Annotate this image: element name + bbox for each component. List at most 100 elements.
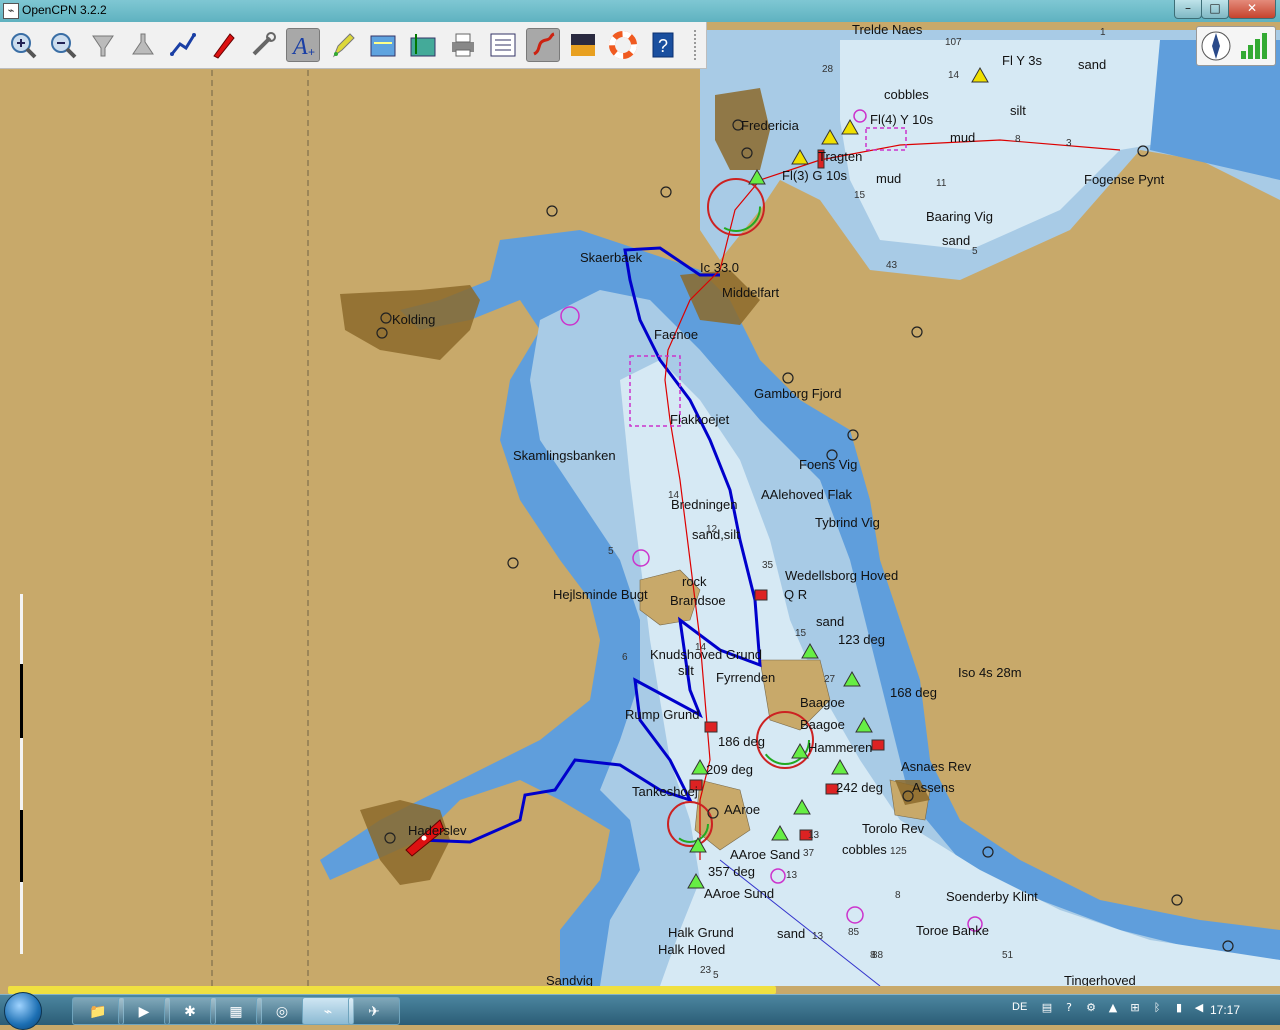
svg-text:Soenderby Klint: Soenderby Klint: [946, 889, 1038, 904]
text-a-icon: A +: [291, 34, 315, 60]
route-manager-button[interactable]: [486, 28, 520, 62]
svg-text:Toroe Banke: Toroe Banke: [916, 923, 989, 938]
svg-text:Tragten: Tragten: [818, 149, 862, 164]
taskbar-network[interactable]: ✱: [164, 997, 216, 1025]
language-indicator[interactable]: DE: [1012, 1001, 1027, 1013]
clock[interactable]: 17:17: [1210, 1003, 1240, 1017]
mark-button[interactable]: [326, 28, 360, 62]
svg-text:Faenoe: Faenoe: [654, 327, 698, 342]
bluetooth-icon[interactable]: ᛒ: [1150, 1001, 1164, 1015]
svg-text:242 deg: 242 deg: [836, 780, 883, 795]
route-icon: [170, 33, 196, 56]
svg-text:35: 35: [762, 560, 774, 571]
windows-flag-icon[interactable]: ⊞: [1128, 1001, 1142, 1015]
text-toggle-button[interactable]: A +: [286, 28, 320, 62]
svg-text:Trelde Naes: Trelde Naes: [852, 22, 923, 37]
settings-button[interactable]: [246, 28, 280, 62]
svg-text:12: 12: [706, 524, 718, 535]
svg-text:Fredericia: Fredericia: [741, 118, 800, 133]
tide-icon: [370, 35, 396, 57]
svg-text:Fyrrenden: Fyrrenden: [716, 670, 775, 685]
volume-icon[interactable]: ◀: [1192, 1001, 1206, 1015]
show-hidden-icon[interactable]: ▲: [1106, 1001, 1120, 1015]
taskbar-explorer[interactable]: 📁: [72, 997, 124, 1025]
svg-text:Rump Grund: Rump Grund: [625, 707, 699, 722]
keyboard-icon[interactable]: ▤: [1040, 1001, 1054, 1015]
taskbar-media-player[interactable]: ▶: [118, 997, 170, 1025]
svg-text:sand: sand: [1078, 57, 1106, 72]
svg-text:+: +: [308, 45, 315, 59]
zoom-in-icon: [11, 33, 37, 59]
funnel-down-icon: [92, 35, 114, 57]
toolbar-grip[interactable]: [694, 30, 700, 60]
pen-icon: [332, 33, 355, 58]
svg-text:28: 28: [822, 64, 834, 75]
close-button[interactable]: ✕: [1228, 0, 1276, 19]
svg-text:Halk Hoved: Halk Hoved: [658, 942, 725, 957]
svg-text:Fl(3) G 10s: Fl(3) G 10s: [782, 168, 848, 183]
taskbar-calculator[interactable]: ▦: [210, 997, 262, 1025]
svg-text:Ic 33.0: Ic 33.0: [700, 260, 739, 275]
route-button[interactable]: [166, 28, 200, 62]
svg-text:1: 1: [1100, 27, 1106, 38]
svg-text:13: 13: [786, 870, 798, 881]
svg-text:Hejlsminde Bugt: Hejlsminde Bugt: [553, 587, 648, 602]
compass-gps-status[interactable]: [1196, 26, 1276, 66]
taskbar-opencpn[interactable]: ⌁: [302, 997, 354, 1025]
zoom-out-button[interactable]: [46, 28, 80, 62]
zoom-in-button[interactable]: [6, 28, 40, 62]
ship-icon: [213, 33, 235, 59]
tides-button[interactable]: [366, 28, 400, 62]
svg-text:Foens Vig: Foens Vig: [799, 457, 857, 472]
auto-follow-button[interactable]: [206, 28, 240, 62]
mob-button[interactable]: [606, 28, 640, 62]
svg-text:168 deg: 168 deg: [890, 685, 937, 700]
currents-button[interactable]: [406, 28, 440, 62]
svg-text:8: 8: [1015, 134, 1021, 145]
svg-text:sand: sand: [816, 614, 844, 629]
svg-text:Asnaes Rev: Asnaes Rev: [901, 759, 972, 774]
scale-out-button[interactable]: [126, 28, 160, 62]
svg-text:Halk Grund: Halk Grund: [668, 925, 734, 940]
taskbar-chrome[interactable]: ◎: [256, 997, 308, 1025]
svg-text:silt: silt: [1010, 103, 1026, 118]
current-icon: [410, 34, 436, 57]
svg-text:14: 14: [695, 642, 707, 653]
svg-text:Bredningen: Bredningen: [671, 497, 738, 512]
compass-icon: [1201, 31, 1267, 61]
svg-text:Tingerhoved: Tingerhoved: [1064, 973, 1136, 986]
svg-text:85: 85: [848, 927, 860, 938]
svg-text:Sandvig: Sandvig: [546, 973, 593, 986]
svg-text:27: 27: [824, 674, 836, 685]
scale-in-button[interactable]: [86, 28, 120, 62]
window-title: OpenCPN 3.2.2: [22, 3, 107, 17]
taskbar-maps[interactable]: ✈: [348, 997, 400, 1025]
help-button[interactable]: ?: [646, 28, 680, 62]
signal-icon[interactable]: ▮: [1172, 1001, 1186, 1015]
svg-text:Skamlingsbanken: Skamlingsbanken: [513, 448, 616, 463]
color-scheme-button[interactable]: [566, 28, 600, 62]
list-icon: [490, 33, 516, 57]
track-button[interactable]: [526, 28, 560, 62]
chart-canvas[interactable]: Trelde Naes Fl Y 3s sand cobbles silt Fr…: [0, 22, 1280, 986]
maximize-button[interactable]: □: [1201, 0, 1229, 19]
svg-text:Fl(4) Y 10s: Fl(4) Y 10s: [870, 112, 934, 127]
svg-text:13: 13: [812, 931, 824, 942]
svg-text:Tankeshoej: Tankeshoej: [632, 784, 698, 799]
svg-text:Torolo Rev: Torolo Rev: [862, 821, 925, 836]
help-tray-icon[interactable]: ?: [1062, 1001, 1076, 1015]
opencpn-icon: ⌁: [3, 3, 19, 19]
settings-tray-icon[interactable]: ⚙: [1084, 1001, 1098, 1015]
svg-text:mud: mud: [950, 130, 975, 145]
svg-text:Assens: Assens: [912, 780, 955, 795]
svg-text:Gamborg Fjord: Gamborg Fjord: [754, 386, 841, 401]
svg-text:cobbles: cobbles: [884, 87, 929, 102]
svg-text:186 deg: 186 deg: [718, 734, 765, 749]
svg-text:AAroe Sand: AAroe Sand: [730, 847, 800, 862]
svg-text:AAroe: AAroe: [724, 802, 760, 817]
svg-text:125: 125: [890, 846, 907, 857]
minimize-button[interactable]: –: [1174, 0, 1202, 19]
svg-text:8: 8: [895, 890, 901, 901]
print-button[interactable]: [446, 28, 480, 62]
start-button[interactable]: [4, 992, 42, 1030]
